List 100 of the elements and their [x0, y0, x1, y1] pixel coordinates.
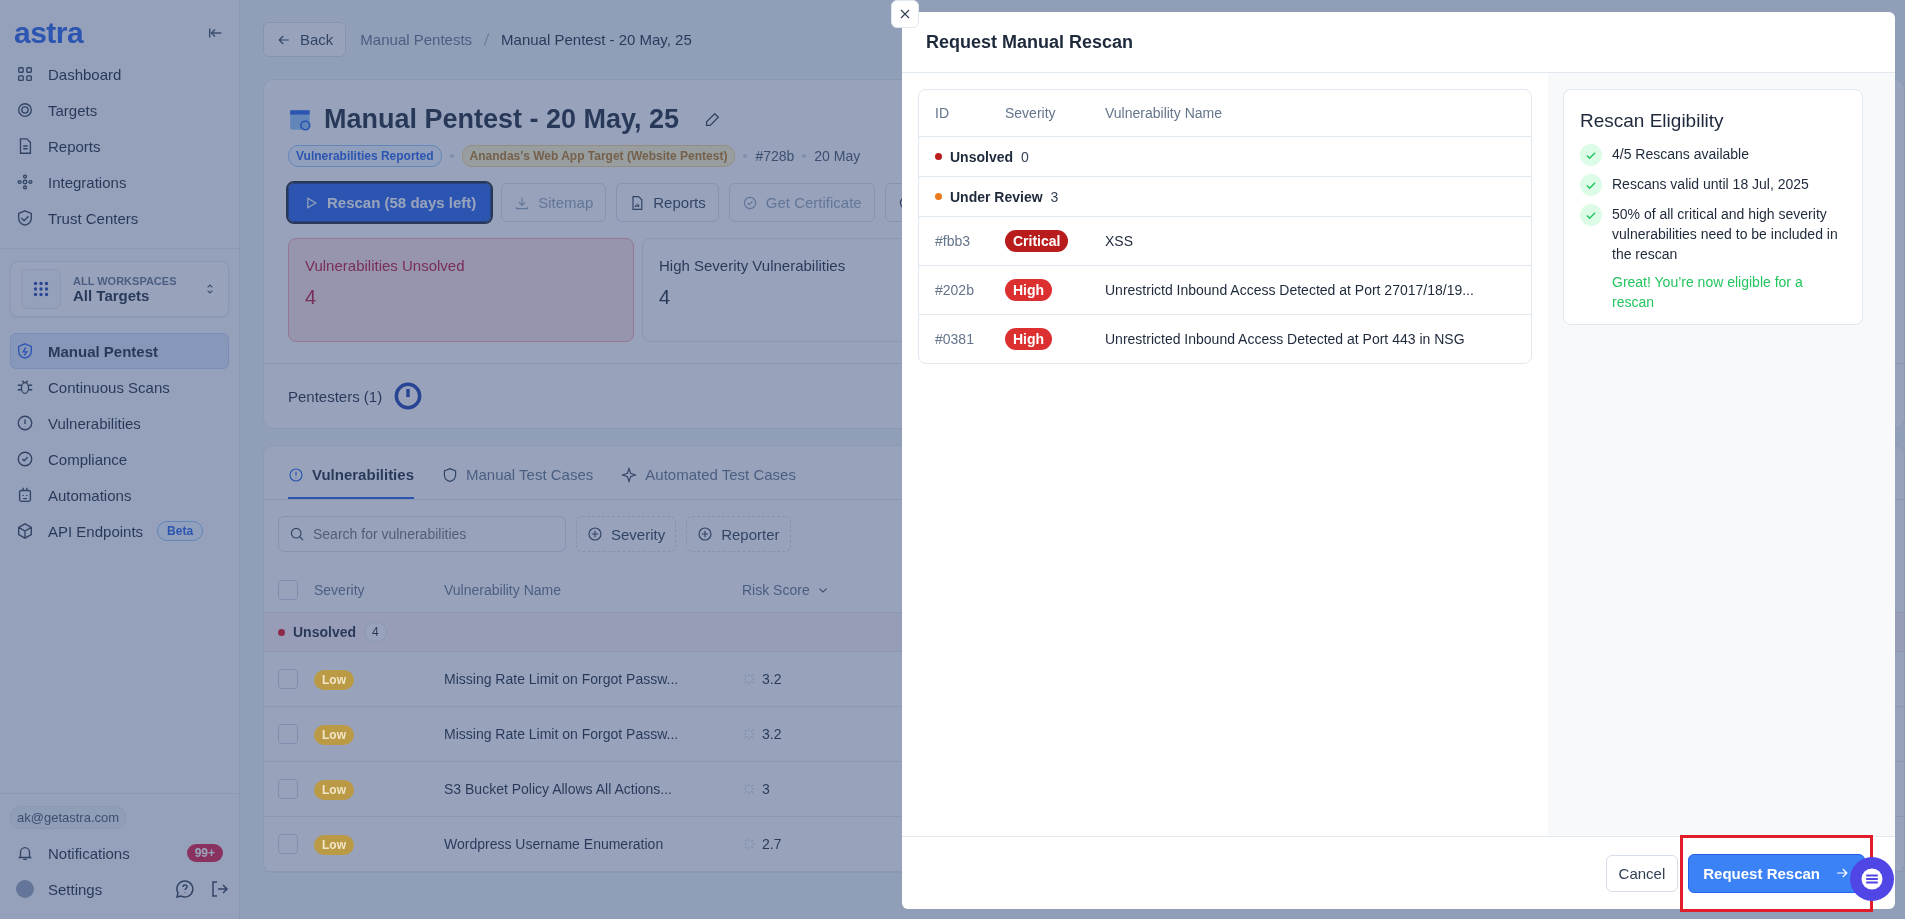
row-checkbox[interactable]	[278, 724, 298, 744]
severity-badge: Low	[314, 725, 354, 745]
vulnerability-id: #0381	[935, 331, 975, 347]
eligibility-message: Great! You’re now eligible for a rescan	[1612, 273, 1804, 312]
bug-icon	[16, 378, 34, 396]
workspace-name: All Targets	[73, 286, 151, 304]
grid-dots-icon	[21, 269, 61, 309]
avatar	[16, 880, 34, 898]
close-button[interactable]	[891, 0, 919, 28]
row-checkbox[interactable]	[278, 779, 298, 799]
group-count: 3	[1050, 188, 1059, 205]
logout-icon[interactable]	[209, 879, 229, 899]
vulnerability-name: XSS	[1105, 233, 1134, 249]
shield-icon	[442, 466, 458, 483]
check-icon	[1580, 204, 1602, 226]
nav-item[interactable]: Dashboard	[10, 56, 229, 92]
robot-icon	[16, 486, 34, 504]
help-icon[interactable]	[175, 879, 195, 899]
target-tag: Anandas's Web App Target (Website Pentest)	[461, 145, 736, 167]
nav-item[interactable]: Trust Centers	[10, 200, 229, 236]
check-icon	[1580, 174, 1602, 196]
action-button[interactable]: Rescan (58 days left)	[288, 183, 492, 222]
nav-item[interactable]: Targets	[10, 92, 229, 128]
tab[interactable]: Automated Test Cases	[621, 446, 796, 499]
workspace-caption: ALL WORKSPACES	[73, 274, 178, 287]
plus-circle-icon	[697, 526, 714, 542]
nav-item[interactable]: Compliance	[10, 441, 229, 477]
back-button[interactable]: Back	[263, 22, 347, 57]
group-count: 4	[364, 622, 387, 642]
check-icon	[741, 194, 758, 211]
filter-button[interactable]: Severity	[576, 516, 677, 552]
shield-icon	[16, 342, 34, 360]
stat-value: 4	[659, 286, 671, 309]
vulnerability-name[interactable]: Wordpress Username Enumeration	[444, 836, 734, 852]
vulnerability-name[interactable]: Missing Rate Limit on Forgot Passw...	[444, 726, 734, 742]
filter-button[interactable]: Reporter	[686, 516, 791, 552]
select-all-checkbox[interactable]	[278, 580, 298, 600]
stat-label: Vulnerabilities Unsolved	[305, 257, 465, 274]
hub-icon	[16, 173, 34, 191]
nav-item[interactable]: Integrations	[10, 164, 229, 200]
alert-icon	[16, 414, 34, 432]
nav-item[interactable]: Automations	[10, 477, 229, 513]
notifications-item[interactable]: Notifications 99+	[10, 835, 229, 871]
severity-badge: Low	[314, 670, 354, 690]
pentesters-label: Pentesters (1)	[288, 387, 383, 405]
tab[interactable]: Vulnerabilities	[288, 446, 414, 499]
column-header: ID	[935, 105, 950, 121]
stat-value: 4	[305, 286, 317, 309]
notification-count: 99+	[186, 844, 223, 862]
check-icon	[1580, 144, 1602, 166]
row-checkbox[interactable]	[278, 834, 298, 854]
vulnerability-id: #202b	[935, 282, 975, 298]
column-header: Vulnerability Name	[444, 582, 562, 598]
cube-icon	[16, 522, 34, 540]
eligibility-item: 4/5 Rescans available	[1612, 145, 1749, 164]
request-rescan-button[interactable]: Request Rescan	[1688, 853, 1865, 893]
risk-score: 3.2	[762, 726, 782, 742]
nav-item[interactable]: API Endpoints Beta	[10, 513, 229, 549]
download-icon	[514, 194, 531, 211]
vulnerability-name[interactable]: S3 Bucket Policy Allows All Actions...	[444, 781, 734, 797]
search-icon	[289, 526, 305, 542]
action-button[interactable]: Reports	[616, 183, 719, 222]
search-field[interactable]: Search for vulnerabilities	[278, 516, 566, 552]
pentest-date: 20 May	[814, 148, 861, 164]
spark-icon	[621, 466, 638, 483]
logo[interactable]: astra	[14, 18, 84, 48]
nav-item[interactable]: Continuous Scans	[10, 369, 229, 405]
nav-item[interactable]: Manual Pentest	[10, 333, 229, 369]
vulnerability-name: Unrestrictd Inbound Access Detected at Port 27017/18/19...	[1105, 282, 1475, 298]
column-header: Severity	[1005, 105, 1057, 121]
nav-item[interactable]: Vulnerabilities	[10, 405, 229, 441]
target-icon	[16, 101, 34, 119]
row-checkbox[interactable]	[278, 669, 298, 689]
alert-icon	[288, 466, 304, 483]
pentester-avatar-icon[interactable]	[394, 382, 423, 410]
status-tag: Vulnerabilities Reported	[288, 145, 442, 167]
severity-badge: High	[1005, 328, 1053, 350]
settings-item[interactable]: Settings	[10, 871, 161, 907]
vulnerability-name[interactable]: Missing Rate Limit on Forgot Passw...	[444, 671, 734, 687]
column-header: Vulnerability Name	[1105, 105, 1223, 121]
breadcrumb-link[interactable]: Manual Pentests	[360, 31, 473, 48]
score-gauge-icon	[742, 837, 756, 851]
edit-icon[interactable]	[703, 110, 722, 129]
group-label: Unsolved	[950, 148, 1013, 165]
group-label: Under Review	[950, 188, 1043, 205]
risk-score: 3.2	[762, 671, 782, 687]
column-header[interactable]: Risk Score	[742, 582, 830, 598]
score-gauge-icon	[742, 727, 756, 741]
tab[interactable]: Manual Test Cases	[442, 446, 594, 499]
pentest-id: #728b	[755, 148, 795, 164]
workspace-selector[interactable]: ALL WORKSPACES All Targets	[10, 261, 229, 317]
severity-badge: Critical	[1005, 230, 1069, 252]
nav-item[interactable]: Reports	[10, 128, 229, 164]
risk-score: 2.7	[762, 836, 782, 852]
cancel-button[interactable]: Cancel	[1605, 854, 1679, 892]
severity-badge: High	[1005, 279, 1053, 301]
breadcrumb-link[interactable]: Manual Pentest - 20 May, 25	[501, 31, 692, 48]
severity-badge: Low	[314, 835, 354, 855]
group-count: 0	[1021, 148, 1029, 165]
severity-badge: Low	[314, 780, 354, 800]
